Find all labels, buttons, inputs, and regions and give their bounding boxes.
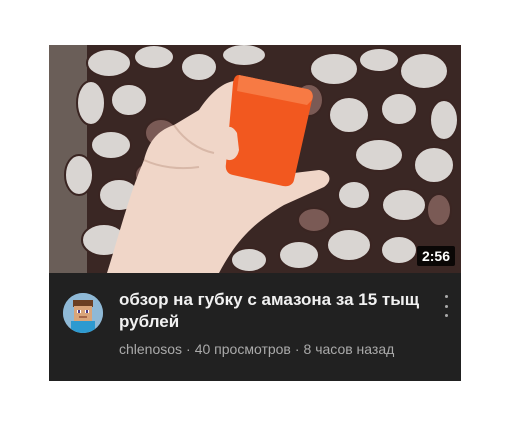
avatar-image (63, 293, 103, 333)
meta-separator: · (294, 341, 300, 357)
menu-dot (444, 295, 448, 298)
upload-age: 8 часов назад (303, 341, 395, 357)
video-info: обзор на губку с амазона за 15 тыщ рубле… (49, 273, 461, 381)
video-thumbnail[interactable]: 2:56 (49, 45, 461, 273)
channel-name[interactable]: chlenosos (119, 341, 182, 357)
duration-badge: 2:56 (416, 246, 455, 266)
meta-separator: · (186, 341, 191, 357)
more-vert-icon[interactable] (441, 295, 451, 317)
view-count: 40 просмотров (194, 341, 291, 357)
video-card[interactable]: 2:56 обзор на губку с амазона за 15 тыщ … (49, 45, 461, 381)
thumbnail-image (49, 45, 461, 273)
menu-dot (444, 304, 448, 308)
menu-dot (444, 314, 448, 317)
video-meta: chlenosos · 40 просмотров · 8 часов назад (119, 340, 449, 358)
video-title[interactable]: обзор на губку с амазона за 15 тыщ рубле… (119, 289, 429, 333)
channel-avatar[interactable] (63, 293, 103, 333)
